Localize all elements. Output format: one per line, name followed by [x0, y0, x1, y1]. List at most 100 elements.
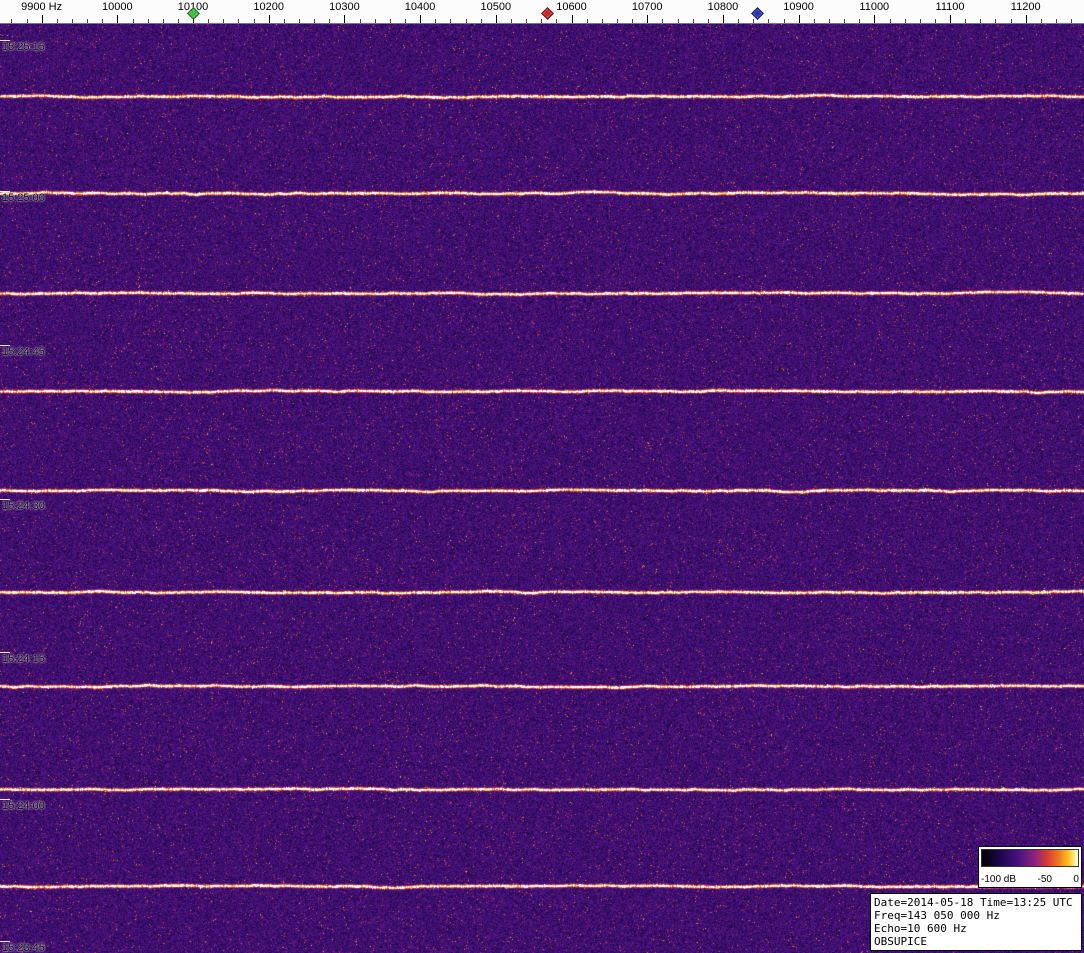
- ruler-minor-tick: [662, 19, 664, 23]
- ruler-major-tick: [722, 15, 724, 23]
- time-axis-label: 15:24:30: [2, 500, 45, 512]
- ruler-minor-tick: [147, 19, 149, 23]
- ruler-minor-tick: [632, 19, 634, 23]
- ruler-minor-tick: [1071, 19, 1073, 23]
- ruler-minor-tick: [1040, 19, 1042, 23]
- ruler-major-tick: [571, 15, 573, 23]
- ruler-minor-tick: [586, 19, 588, 23]
- time-axis-label: 15:23:45: [2, 942, 45, 953]
- ruler-major-tick: [798, 15, 800, 23]
- ruler-minor-tick: [329, 19, 331, 23]
- ruler-minor-tick: [919, 19, 921, 23]
- ruler-minor-tick: [56, 19, 58, 23]
- ruler-minor-tick: [71, 19, 73, 23]
- ruler-minor-tick: [889, 19, 891, 23]
- ruler-major-tick: [268, 15, 270, 23]
- ruler-minor-tick: [526, 19, 528, 23]
- color-gradient-bar: [981, 849, 1079, 867]
- ruler-frequency-label: 10200: [253, 1, 284, 13]
- ruler-frequency-label: 10000: [102, 1, 133, 13]
- ruler-minor-tick: [299, 19, 300, 23]
- ruler-minor-tick: [435, 19, 437, 23]
- ruler-minor-tick: [132, 19, 134, 23]
- ruler-frequency-label: 10400: [404, 1, 436, 13]
- ruler-minor-tick: [556, 19, 558, 23]
- waterfall-area: -100 dB -50 0 Date=2014-05-18 Time=13:25…: [0, 24, 1084, 953]
- ruler-frequency-label: 11100: [935, 1, 965, 13]
- ruler-minor-tick: [238, 19, 240, 23]
- ruler-major-tick: [420, 15, 422, 23]
- ruler-minor-tick: [677, 19, 679, 23]
- time-axis-label: 15:25:15: [2, 41, 45, 53]
- ruler-minor-tick: [162, 19, 164, 23]
- ruler-minor-tick: [828, 19, 830, 23]
- ruler-major-tick: [344, 15, 346, 23]
- legend-max-label: 0: [1073, 874, 1079, 885]
- ruler-major-tick: [950, 15, 951, 23]
- legend-mid-label: -50: [1037, 874, 1052, 885]
- info-echo: Echo=10 600 Hz: [874, 922, 967, 935]
- time-axis-label: 15:24:15: [2, 653, 45, 665]
- ruler-minor-tick: [859, 19, 861, 23]
- ruler-minor-tick: [768, 19, 770, 23]
- ruler-minor-tick: [965, 19, 967, 23]
- ruler-major-tick: [117, 15, 119, 23]
- frequency-ruler: 9900 Hz100001010010200103001040010500106…: [0, 0, 1084, 24]
- ruler-frequency-label: 10900: [783, 1, 814, 13]
- ruler-frequency-label: 10500: [480, 1, 512, 13]
- info-frequency: Freq=143 050 000 Hz: [874, 909, 1000, 922]
- ruler-minor-tick: [26, 19, 28, 23]
- ruler-minor-tick: [904, 19, 906, 23]
- ruler-minor-tick: [813, 19, 815, 23]
- ruler-minor-tick: [738, 19, 740, 23]
- ruler-minor-tick: [1056, 19, 1057, 23]
- marker-blue-diamond-icon[interactable]: [750, 7, 764, 20]
- time-axis-label: 15:24:00: [2, 800, 45, 812]
- info-station: OBSUPICE: [874, 935, 927, 948]
- legend-min-label: -100 dB: [981, 874, 1017, 885]
- ruler-minor-tick: [374, 19, 376, 23]
- ruler-minor-tick: [405, 19, 406, 23]
- ruler-frequency-label: 10800: [707, 1, 739, 13]
- ruler-minor-tick: [359, 19, 361, 23]
- ruler-major-tick: [495, 15, 497, 23]
- info-date-time: Date=2014-05-18 Time=13:25 UTC: [874, 896, 1073, 909]
- ruler-minor-tick: [177, 19, 179, 23]
- ruler-frequency-label: 10700: [631, 1, 663, 13]
- ruler-major-tick: [647, 15, 649, 23]
- ruler-major-tick: [874, 15, 876, 23]
- ruler-frequency-label: 10600: [556, 1, 587, 13]
- ruler-minor-tick: [465, 19, 467, 23]
- ruler-minor-tick: [253, 19, 255, 23]
- ruler-frequency-label: 9900 Hz: [21, 1, 63, 13]
- ruler-minor-tick: [692, 19, 694, 23]
- ruler-minor-tick: [934, 19, 936, 23]
- ruler-minor-tick: [995, 19, 997, 23]
- ruler-minor-tick: [314, 19, 316, 23]
- observation-info-box: Date=2014-05-18 Time=13:25 UTC Freq=143 …: [870, 893, 1082, 951]
- marker-red-diamond-icon[interactable]: [540, 7, 554, 20]
- ruler-minor-tick: [11, 19, 13, 23]
- ruler-minor-tick: [480, 19, 482, 23]
- ruler-major-tick: [1025, 15, 1027, 23]
- spectrogram-canvas: [0, 24, 1084, 953]
- ruler-frequency-label: 11200: [1010, 1, 1041, 13]
- ruler-minor-tick: [783, 19, 785, 23]
- ruler-minor-tick: [389, 19, 391, 23]
- ruler-minor-tick: [511, 19, 512, 23]
- legend-labels-row: -100 dB -50 0: [981, 874, 1079, 885]
- ruler-minor-tick: [87, 19, 89, 23]
- color-scale-legend: -100 dB -50 0: [978, 846, 1082, 888]
- ruler-major-tick: [41, 15, 43, 23]
- time-axis-label: 15:24:45: [2, 346, 45, 358]
- ruler-minor-tick: [208, 19, 210, 23]
- ruler-frequency-label: 11000: [859, 1, 890, 13]
- ruler-minor-tick: [753, 19, 755, 23]
- ruler-frequency-label: 10300: [329, 1, 360, 13]
- ruler-minor-tick: [283, 19, 285, 23]
- ruler-minor-tick: [450, 19, 452, 23]
- time-axis-label: 15:25:00: [2, 192, 45, 204]
- ruler-minor-tick: [541, 19, 543, 23]
- ruler-minor-tick: [102, 19, 104, 23]
- ruler-minor-tick: [601, 19, 603, 23]
